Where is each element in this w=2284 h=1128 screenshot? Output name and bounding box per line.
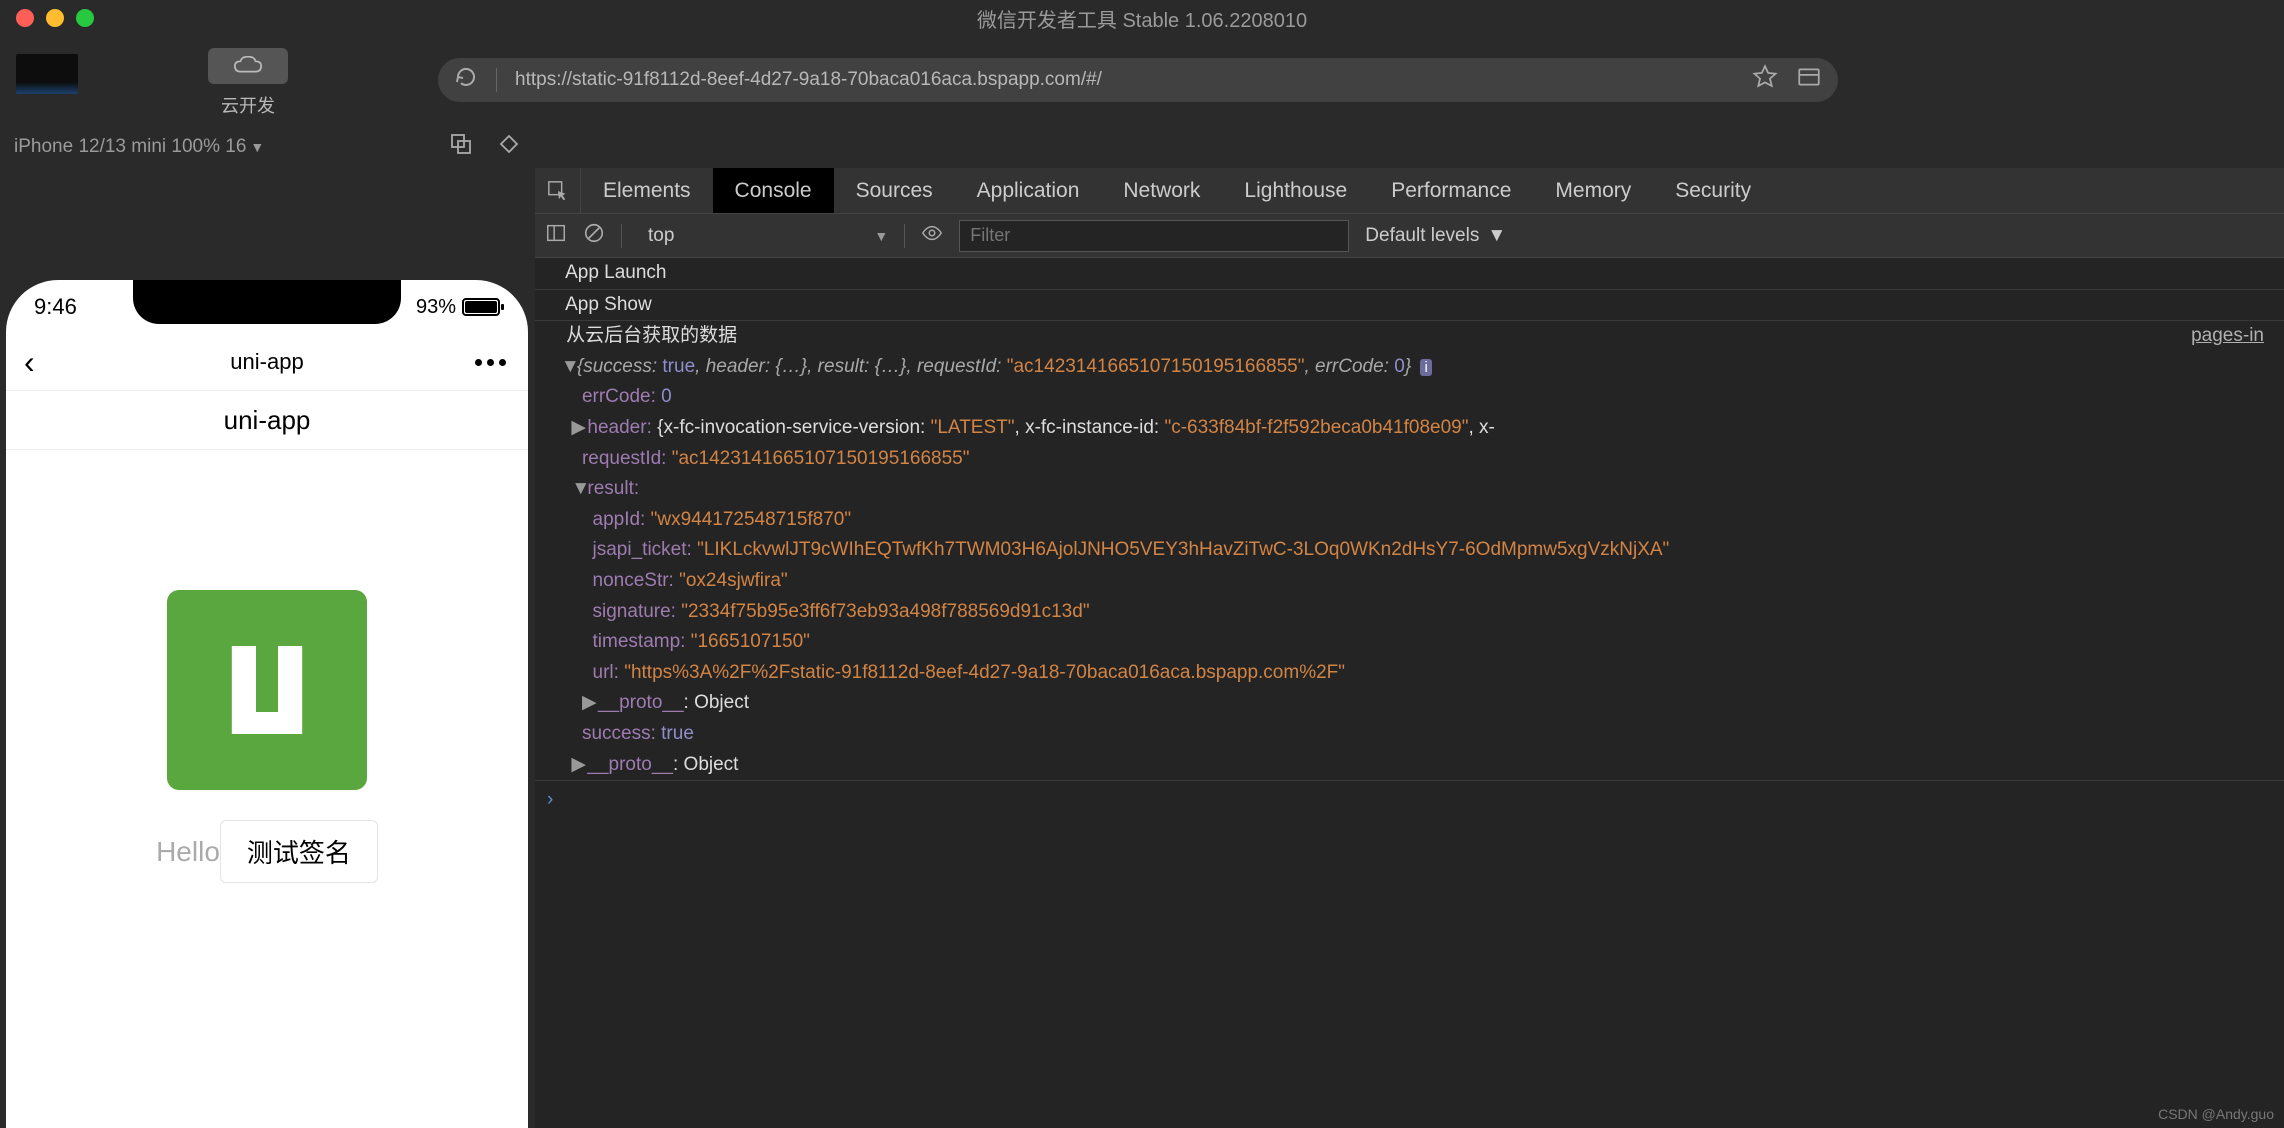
rotate-button[interactable] [497,132,521,162]
console-prop[interactable]: url: "https%3A%2F%2Fstatic-91f8112d-8eef… [535,658,2284,689]
console-prop[interactable]: jsapi_ticket: "LIKLckvwlJT9cWIhEQTwfKh7T… [535,535,2284,566]
toolbar: 云开发 https://static-91f8112d-8eef-4d27-9a… [0,36,2284,126]
console-prop[interactable]: errCode: 0 [535,382,2284,413]
context-label: top [648,225,674,247]
context-selector[interactable]: top ▼ [638,225,888,247]
battery-icon [462,298,500,316]
cloud-icon [233,56,263,76]
folder-icon [1796,64,1822,90]
source-link[interactable]: pages-in [2191,323,2264,350]
tab-security[interactable]: Security [1653,168,1773,213]
device-notch [133,280,401,324]
console-prop[interactable]: appId: "wx944172548715f870" [535,505,2284,536]
app-thumbnail[interactable] [16,54,78,94]
chevron-down-icon: ▼ [1487,225,1506,247]
console-line: App Launch [535,258,2284,289]
battery-status: 93% [416,296,500,319]
chevron-down-icon: ▼ [874,228,888,244]
divider [904,224,905,248]
nav-title: uni-app [230,349,303,375]
tab-lighthouse[interactable]: Lighthouse [1222,168,1369,213]
tab-sources[interactable]: Sources [834,168,955,213]
sidebar-icon [545,222,567,244]
cloud-dev-button[interactable] [208,48,288,84]
console-toolbar: top ▼ Default levels ▼ [535,214,2284,258]
device-simulator: 9:46 93% ‹ uni-app uni-app Hello 测试签名 [6,280,528,1128]
info-badge: i [1420,359,1431,376]
divider [621,224,622,248]
u-logo-icon [212,635,322,745]
pop-out-button[interactable] [449,132,473,162]
device-label-text: iPhone 12/13 mini 100% 16 [14,136,246,158]
favorite-button[interactable] [1752,64,1778,96]
console-object-summary[interactable]: ▼{success: true, header: {…}, result: {…… [535,352,2284,383]
console-prop[interactable]: ▼result: [535,474,2284,505]
back-button[interactable]: ‹ [24,344,35,381]
tab-memory[interactable]: Memory [1533,168,1653,213]
tab-console[interactable]: Console [713,168,834,213]
url-text[interactable]: https://static-91f8112d-8eef-4d27-9a18-7… [515,69,1734,91]
inspect-icon [547,180,569,202]
console-line: 从云后台获取的数据pages-in [535,320,2284,352]
reload-button[interactable] [454,65,478,95]
inspect-element-button[interactable] [535,168,581,213]
test-signature-button[interactable]: 测试签名 [220,820,378,883]
titlebar: 微信开发者工具 Stable 1.06.2208010 [0,0,2284,36]
device-bar: iPhone 12/13 mini 100% 16 ▼ [0,126,2284,168]
console-prop[interactable]: signature: "2334f75b95e3ff6f73eb93a498f7… [535,597,2284,628]
console-prop[interactable]: requestId: "ac1423141665107150195166855" [535,444,2284,475]
uni-app-logo [167,590,367,790]
console-prop[interactable]: nonceStr: "ox24sjwfira" [535,566,2284,597]
watermark: CSDN @Andy.guo [2158,1106,2274,1122]
close-window[interactable] [16,9,34,27]
console-sidebar-toggle[interactable] [545,222,567,250]
pop-out-icon [449,132,473,156]
live-expression-button[interactable] [921,222,943,250]
app-nav-bar: ‹ uni-app [6,334,528,390]
console-input[interactable] [535,781,2284,820]
cloud-dev-label: 云开发 [221,92,275,118]
clear-icon [583,222,605,244]
eye-icon [921,222,943,244]
window-title: 微信开发者工具 Stable 1.06.2208010 [977,4,1307,33]
console-line: App Show [535,289,2284,321]
tab-elements[interactable]: Elements [581,168,713,213]
minimize-window[interactable] [46,9,64,27]
maximize-window[interactable] [76,9,94,27]
console-prop[interactable]: ▶__proto__: Object [535,688,2284,719]
app-content: Hello 测试签名 [6,450,528,883]
devtools-tabs: Elements Console Sources Application Net… [535,168,2284,214]
clear-console-button[interactable] [583,222,605,250]
console-output[interactable]: App Launch App Show 从云后台获取的数据pages-in ▼{… [535,258,2284,1128]
status-time: 9:46 [34,294,77,320]
levels-label: Default levels [1365,225,1479,247]
url-bar: https://static-91f8112d-8eef-4d27-9a18-7… [438,58,1838,102]
console-prop[interactable]: timestamp: "1665107150" [535,627,2284,658]
log-levels-selector[interactable]: Default levels ▼ [1365,225,1506,247]
chevron-down-icon: ▼ [250,139,264,155]
rotate-icon [497,132,521,156]
console-prop[interactable]: ▶header: {x-fc-invocation-service-versio… [535,413,2284,444]
devtools-panel: Elements Console Sources Application Net… [535,168,2284,1128]
cloud-dev[interactable]: 云开发 [208,48,288,118]
console-filter-input[interactable] [959,220,1349,252]
star-icon [1752,64,1778,90]
console-prop[interactable]: success: true [535,719,2284,750]
hello-row: Hello 测试签名 [156,820,378,883]
divider [496,68,497,92]
tab-performance[interactable]: Performance [1369,168,1533,213]
page-section-title: uni-app [6,390,528,450]
tab-application[interactable]: Application [955,168,1102,213]
device-selector[interactable]: iPhone 12/13 mini 100% 16 ▼ [14,136,264,158]
menu-button[interactable] [475,359,506,366]
battery-percent: 93% [416,296,456,319]
window-controls [0,9,94,27]
hello-text: Hello [156,836,220,868]
reload-icon [454,65,478,89]
folder-button[interactable] [1796,64,1822,96]
console-prop[interactable]: ▶__proto__: Object [535,750,2284,782]
tab-network[interactable]: Network [1101,168,1222,213]
